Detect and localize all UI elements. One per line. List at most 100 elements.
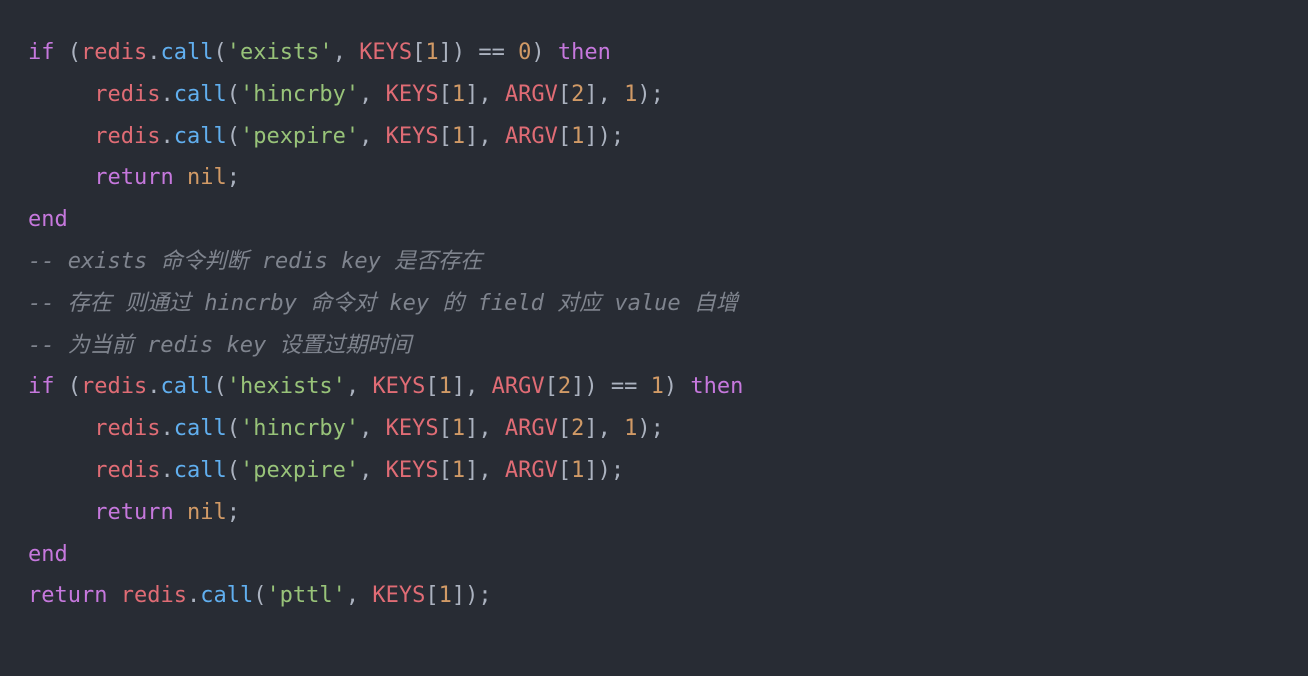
token-punct: ; bbox=[227, 165, 240, 190]
token-call: call bbox=[174, 458, 227, 483]
token-id: redis bbox=[121, 583, 187, 608]
token-punct: [ bbox=[558, 82, 571, 107]
token-num: 2 bbox=[571, 416, 584, 441]
token-punct: ); bbox=[637, 82, 664, 107]
token-id: redis bbox=[81, 374, 147, 399]
token-kw: return bbox=[94, 165, 187, 190]
token-punct: ], bbox=[465, 458, 505, 483]
token-num: 1 bbox=[571, 458, 584, 483]
token-punct: [ bbox=[439, 124, 452, 149]
code-line: -- 存在 则通过 hincrby 命令对 key 的 field 对应 val… bbox=[28, 283, 1280, 325]
token-num: 2 bbox=[558, 374, 571, 399]
token-punct: . bbox=[147, 40, 160, 65]
token-punct: ], bbox=[584, 82, 624, 107]
token-str: 'exists' bbox=[227, 40, 333, 65]
token-num: 1 bbox=[452, 416, 465, 441]
token-punct: ], bbox=[452, 374, 492, 399]
token-punct: [ bbox=[558, 458, 571, 483]
token-num: 1 bbox=[439, 374, 452, 399]
code-line: redis.call('hincrby', KEYS[1], ARGV[2], … bbox=[28, 74, 1280, 116]
token-punct: , bbox=[359, 124, 386, 149]
token-punct: , bbox=[359, 82, 386, 107]
token-id: redis bbox=[94, 458, 160, 483]
token-id: ARGV bbox=[505, 82, 558, 107]
token-paren: ) bbox=[531, 40, 558, 65]
token-punct: ], bbox=[465, 124, 505, 149]
token-punct: . bbox=[160, 82, 173, 107]
code-line: -- 为当前 redis key 设置过期时间 bbox=[28, 325, 1280, 367]
token-paren: ) bbox=[664, 374, 691, 399]
token-paren: ( bbox=[227, 82, 240, 107]
token-num: 1 bbox=[425, 40, 438, 65]
token-punct: [ bbox=[558, 124, 571, 149]
token-punct: [ bbox=[545, 374, 558, 399]
token-id: KEYS bbox=[372, 374, 425, 399]
token-str: 'hincrby' bbox=[240, 416, 359, 441]
token-id: KEYS bbox=[386, 124, 439, 149]
token-num: 1 bbox=[651, 374, 664, 399]
code-line: redis.call('pexpire', KEYS[1], ARGV[1]); bbox=[28, 450, 1280, 492]
token-punct: . bbox=[187, 583, 200, 608]
code-block: if (redis.call('exists', KEYS[1]) == 0) … bbox=[28, 32, 1280, 617]
token-kw: return bbox=[94, 500, 187, 525]
token-punct: ]); bbox=[584, 458, 624, 483]
token-call: call bbox=[200, 583, 253, 608]
token-punct: . bbox=[160, 416, 173, 441]
token-str: 'hincrby' bbox=[240, 82, 359, 107]
token-id: ARGV bbox=[505, 458, 558, 483]
token-paren: ( bbox=[68, 374, 81, 399]
token-paren: ( bbox=[227, 458, 240, 483]
token-id: ARGV bbox=[505, 416, 558, 441]
token-punct: , bbox=[346, 583, 373, 608]
token-id: KEYS bbox=[386, 458, 439, 483]
token-punct: ]) == bbox=[571, 374, 650, 399]
token-id: redis bbox=[94, 416, 160, 441]
token-punct: ], bbox=[584, 416, 624, 441]
indent bbox=[28, 124, 94, 149]
code-line: -- exists 命令判断 redis key 是否存在 bbox=[28, 241, 1280, 283]
token-kw: then bbox=[558, 40, 611, 65]
token-punct: , bbox=[359, 416, 386, 441]
token-punct: ]); bbox=[584, 124, 624, 149]
token-comment: -- 为当前 redis key 设置过期时间 bbox=[28, 333, 411, 358]
token-num: 0 bbox=[518, 40, 531, 65]
token-paren: ( bbox=[253, 583, 266, 608]
token-punct: . bbox=[147, 374, 160, 399]
token-num: 1 bbox=[624, 416, 637, 441]
token-punct: ; bbox=[227, 500, 240, 525]
code-line: if (redis.call('exists', KEYS[1]) == 0) … bbox=[28, 32, 1280, 74]
token-kw: then bbox=[690, 374, 743, 399]
token-paren: ( bbox=[68, 40, 81, 65]
token-id: redis bbox=[81, 40, 147, 65]
token-call: call bbox=[174, 82, 227, 107]
token-punct: ]) == bbox=[439, 40, 518, 65]
indent bbox=[28, 458, 94, 483]
indent bbox=[28, 82, 94, 107]
token-id: KEYS bbox=[386, 416, 439, 441]
code-line: end bbox=[28, 199, 1280, 241]
token-id: KEYS bbox=[372, 583, 425, 608]
token-num: 1 bbox=[452, 124, 465, 149]
token-num: 2 bbox=[571, 82, 584, 107]
token-id: ARGV bbox=[492, 374, 545, 399]
token-kw: end bbox=[28, 207, 68, 232]
token-kw: if bbox=[28, 374, 68, 399]
indent bbox=[28, 416, 94, 441]
token-num: 1 bbox=[452, 458, 465, 483]
token-call: call bbox=[160, 374, 213, 399]
token-punct: ]); bbox=[452, 583, 492, 608]
token-punct: , bbox=[346, 374, 373, 399]
token-kw: return bbox=[28, 583, 121, 608]
token-paren: ( bbox=[227, 124, 240, 149]
code-line: if (redis.call('hexists', KEYS[1], ARGV[… bbox=[28, 366, 1280, 408]
token-id: redis bbox=[94, 124, 160, 149]
token-num: 1 bbox=[452, 82, 465, 107]
token-punct: [ bbox=[425, 583, 438, 608]
token-punct: ); bbox=[637, 416, 664, 441]
token-call: call bbox=[174, 124, 227, 149]
token-punct: [ bbox=[558, 416, 571, 441]
indent bbox=[28, 500, 94, 525]
token-num: 1 bbox=[571, 124, 584, 149]
token-id: KEYS bbox=[386, 82, 439, 107]
token-comment: -- 存在 则通过 hincrby 命令对 key 的 field 对应 val… bbox=[28, 291, 738, 316]
